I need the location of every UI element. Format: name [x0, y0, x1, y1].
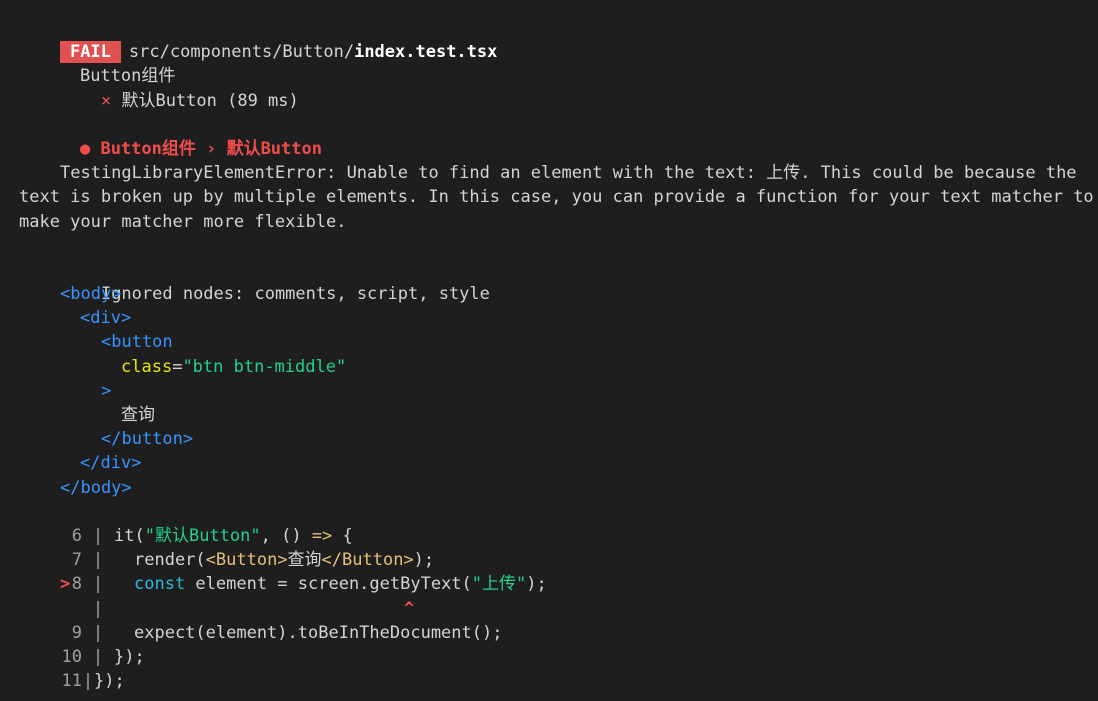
line-number: 10: [61, 646, 82, 667]
caret-icon: ^: [404, 598, 415, 619]
terminal-output: FAIL src/components/Button/index.test.tsx…: [0, 0, 1098, 701]
code-string: "默认Button": [144, 525, 261, 546]
error-line-marker-icon: >: [60, 574, 71, 595]
gutter-bar: |: [92, 622, 104, 643]
code-text: render(: [134, 550, 206, 571]
dom-tag: </button>: [101, 429, 194, 450]
code-function: toBeInTheDocument: [297, 622, 472, 643]
code-line-9: 9 | expect(element).toBeInTheDocument();: [0, 621, 1098, 645]
dom-attr-value: "btn btn-middle": [182, 356, 347, 377]
line-number: 6: [71, 525, 82, 546]
dom-tag: <div>: [80, 308, 132, 329]
code-line-11: 11|});: [0, 669, 1098, 693]
code-text: });: [114, 646, 145, 667]
test-file-header: FAIL src/components/Button/index.test.tsx: [0, 16, 1098, 64]
error-message-text: TestingLibraryElementError: Unable to fi…: [19, 163, 1094, 232]
line-number: 11: [61, 671, 82, 692]
code-string: "上传": [471, 574, 527, 595]
dom-button-gt: >: [0, 379, 1098, 403]
gutter-bar: |: [92, 598, 104, 619]
dom-tag: </body>: [60, 477, 132, 498]
line-number: 9: [71, 622, 82, 643]
code-caret-line: | ^: [0, 597, 1098, 621]
code-text: it(: [114, 525, 145, 546]
failure-title: ● Button组件 › 默认Button: [0, 113, 1098, 159]
gutter-bar: |: [92, 646, 104, 667]
gutter-bar: |: [82, 671, 94, 692]
dom-button-attr: class="btn btn-middle": [0, 355, 1098, 379]
code-frame: 6 | it("默认Button", () => { 7 | render(<Butto…: [0, 524, 1098, 693]
code-line-10: 10 |});: [0, 645, 1098, 669]
dom-tag: </div>: [80, 453, 142, 474]
dom-button-open: <button: [0, 330, 1098, 354]
code-line-6: 6 | it("默认Button", () => {: [0, 524, 1098, 548]
gutter-bar: |: [92, 574, 104, 595]
code-line-8: >8 | const element = screen.getByText("上传"…: [0, 572, 1098, 596]
dom-body-close: </body>: [0, 476, 1098, 500]
dom-tag: <button: [101, 332, 173, 353]
code-text: (: [461, 574, 472, 595]
code-jsx-tag: <Button>: [205, 550, 288, 571]
dom-attr-name: class: [121, 356, 173, 377]
dom-button-text: 查询: [0, 403, 1098, 427]
error-message: TestingLibraryElementError: Unable to fi…: [0, 161, 1098, 234]
gutter-bar: |: [92, 550, 104, 571]
test-result: × 默认Button (89 ms): [0, 64, 1098, 111]
code-text: ();: [471, 622, 503, 643]
dom-div-close: </div>: [0, 451, 1098, 475]
code-text: expect(element).: [134, 622, 298, 643]
dom-tag: >: [101, 380, 112, 401]
suite-name: Button组件: [0, 40, 1098, 86]
code-line-7: 7 | render(<Button>查询</Button>);: [0, 548, 1098, 572]
ignored-nodes: Ignored nodes: comments, script, style: [0, 258, 1098, 304]
code-text: , (): [260, 525, 312, 546]
dom-attr-eq: =: [172, 356, 183, 377]
code-text: 查询: [287, 550, 322, 571]
code-jsx-tag: </Button>: [321, 550, 414, 571]
dom-div-open: <div>: [0, 306, 1098, 330]
dom-tag: <body>: [60, 284, 122, 305]
gutter-bar: |: [92, 525, 104, 546]
code-text: );: [413, 550, 435, 571]
code-arrow: =>: [311, 525, 333, 546]
code-text: element = screen.: [185, 574, 370, 595]
dom-text: 查询: [121, 405, 155, 426]
line-number: 7: [71, 550, 82, 571]
code-keyword: const: [134, 574, 186, 595]
code-text: {: [332, 525, 353, 546]
dom-button-close: </button>: [0, 427, 1098, 451]
code-function: getByText: [369, 574, 462, 595]
code-text: });: [94, 671, 125, 692]
code-text: );: [526, 574, 547, 595]
dom-body-open: <body>: [0, 282, 1098, 306]
